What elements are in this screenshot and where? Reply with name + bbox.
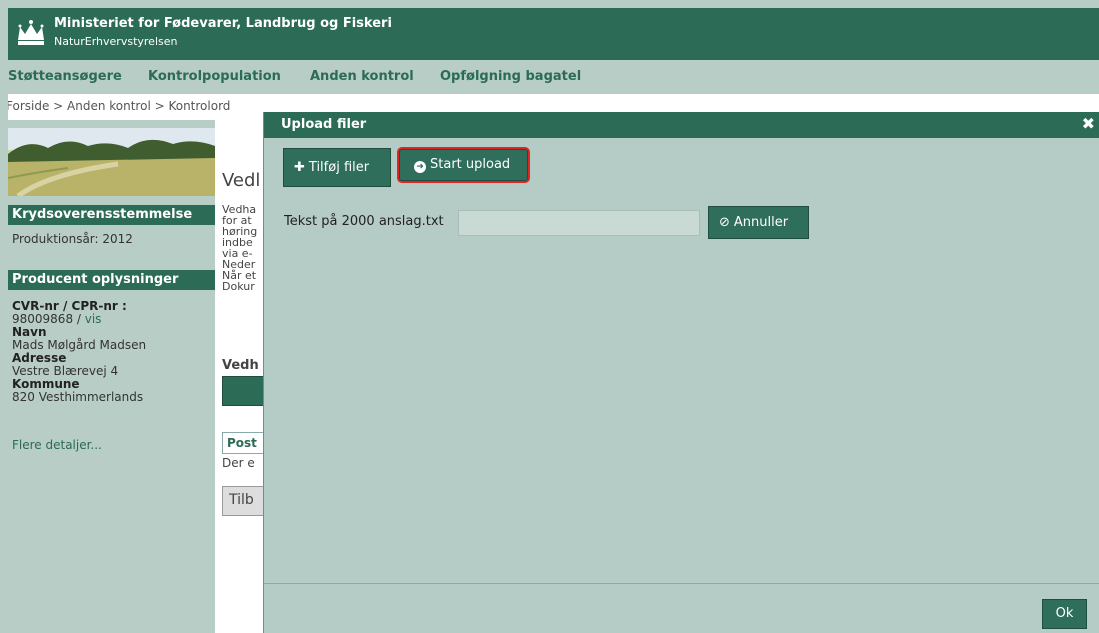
section-title-krydsoverensstemmelse: Krydsoverensstemmelse: [8, 205, 215, 225]
nav-item-opfoelgning-bagatel[interactable]: Opfølgning bagatel: [440, 69, 581, 84]
ministry-name: Ministeriet for Fødevarer, Landbrug og F…: [54, 16, 392, 31]
add-files-label: Tilføj filer: [308, 160, 370, 175]
nav-item-anden-kontrol[interactable]: Anden kontrol: [310, 69, 414, 84]
more-details-link[interactable]: Flere detaljer...: [12, 438, 102, 452]
nav-item-stoetteansoegere[interactable]: Støtteansøgere: [8, 69, 122, 84]
plus-icon: ✚: [294, 160, 305, 175]
page-title: Vedl: [222, 170, 261, 191]
file-name: Tekst på 2000 anslag.txt: [284, 214, 444, 229]
nav-item-kontrolpopulation[interactable]: Kontrolpopulation: [148, 69, 281, 84]
sidebar: Krydsoverensstemmelse Produktionsår: 201…: [8, 120, 215, 633]
producer-info: CVR-nr / CPR-nr : 98009868 / vis Navn Ma…: [12, 300, 146, 404]
breadcrumb[interactable]: Forside > Anden kontrol > Kontrolord: [8, 99, 230, 113]
cvr-value: 98009868: [12, 312, 74, 326]
cvr-show-link[interactable]: vis: [85, 312, 102, 326]
production-year: Produktionsår: 2012: [12, 232, 133, 246]
upload-progress-bar: [458, 210, 700, 236]
dialog-footer-divider: [264, 583, 1099, 584]
agency-name: NaturErhvervstyrelsen: [54, 35, 178, 48]
start-upload-label: Start upload: [430, 157, 511, 172]
dialog-title: Upload filer: [281, 117, 367, 132]
dialog-titlebar: Upload filer ✖: [264, 112, 1099, 138]
add-files-button[interactable]: ✚ Tilføj filer: [283, 148, 391, 187]
cvr-separator: /: [73, 312, 85, 326]
close-icon[interactable]: ✖: [1082, 114, 1095, 133]
start-upload-button[interactable]: ➜ Start upload: [399, 149, 528, 181]
status-text: Der e: [222, 456, 255, 470]
main-nav: Støtteansøgere Kontrolpopulation Anden k…: [8, 60, 1099, 94]
cancel-upload-button[interactable]: ⊘ Annuller: [708, 206, 809, 239]
site-header: Ministeriet for Fødevarer, Landbrug og F…: [8, 8, 1099, 60]
arrow-right-circle-icon: ➜: [414, 161, 426, 173]
attachments-heading: Vedh: [222, 358, 259, 373]
cancel-label: Annuller: [733, 215, 789, 230]
kommune-value: 820 Vesthimmerlands: [12, 390, 144, 404]
ok-button[interactable]: Ok: [1042, 599, 1087, 629]
section-title-producent: Producent oplysninger: [8, 270, 215, 290]
crown-icon: [18, 20, 44, 45]
cancel-icon: ⊘: [719, 215, 730, 230]
upload-dialog: Upload filer ✖ ✚ Tilføj filer ➜ Start uplo…: [263, 112, 1099, 633]
landscape-photo: [8, 128, 215, 196]
